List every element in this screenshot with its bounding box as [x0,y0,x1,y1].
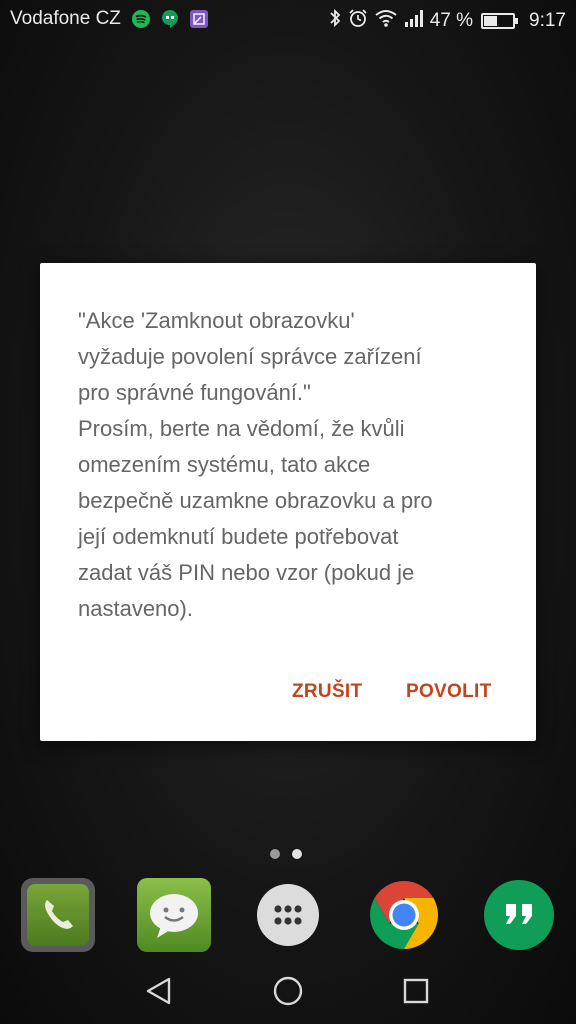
alarm-icon [348,8,368,34]
cancel-button[interactable]: ZRUŠIT [292,673,362,711]
spotify-icon [131,9,151,29]
carrier-name: Vodafone CZ [10,8,121,29]
home-icon [273,976,303,1006]
status-right: 47 % 9:17 [322,8,566,34]
allow-button[interactable]: POVOLIT [406,673,492,711]
hangouts-icon [160,9,180,29]
recents-icon [403,978,429,1004]
dock [0,878,576,952]
chrome-app[interactable] [367,878,441,952]
hangouts-icon [506,904,532,924]
back-icon [146,977,171,1005]
gallery-icon [189,9,209,29]
recents-button[interactable] [399,974,433,1008]
battery-level-fill [484,16,498,26]
home-button[interactable] [271,974,305,1008]
navigation-bar [0,958,576,1024]
hangouts-app[interactable] [484,880,554,950]
phone-icon [27,884,89,946]
messaging-app[interactable] [137,878,211,952]
status-bar: Vodafone CZ 47 % 9:17 [0,0,576,40]
messaging-icon [150,894,198,938]
page-dot-active [292,849,302,859]
back-button[interactable] [142,974,176,1008]
battery-icon [481,13,519,29]
phone-app[interactable] [21,878,95,952]
chrome-icon [370,881,438,949]
device-admin-dialog: "Akce 'Zamknout obrazovku' vyžaduje povo… [40,263,536,741]
bluetooth-icon [328,8,342,34]
page-indicator [270,849,314,859]
battery-percent: 47 % [429,10,474,31]
app-drawer-button[interactable] [257,884,319,946]
page-dot [270,849,280,859]
clock: 9:17 [529,10,566,31]
dialog-message: "Akce 'Zamknout obrazovku' vyžaduje povo… [78,308,433,621]
wifi-icon [374,8,398,34]
signal-icon [404,8,426,34]
app-drawer-icon [274,905,302,925]
status-left: Vodafone CZ [10,8,218,30]
